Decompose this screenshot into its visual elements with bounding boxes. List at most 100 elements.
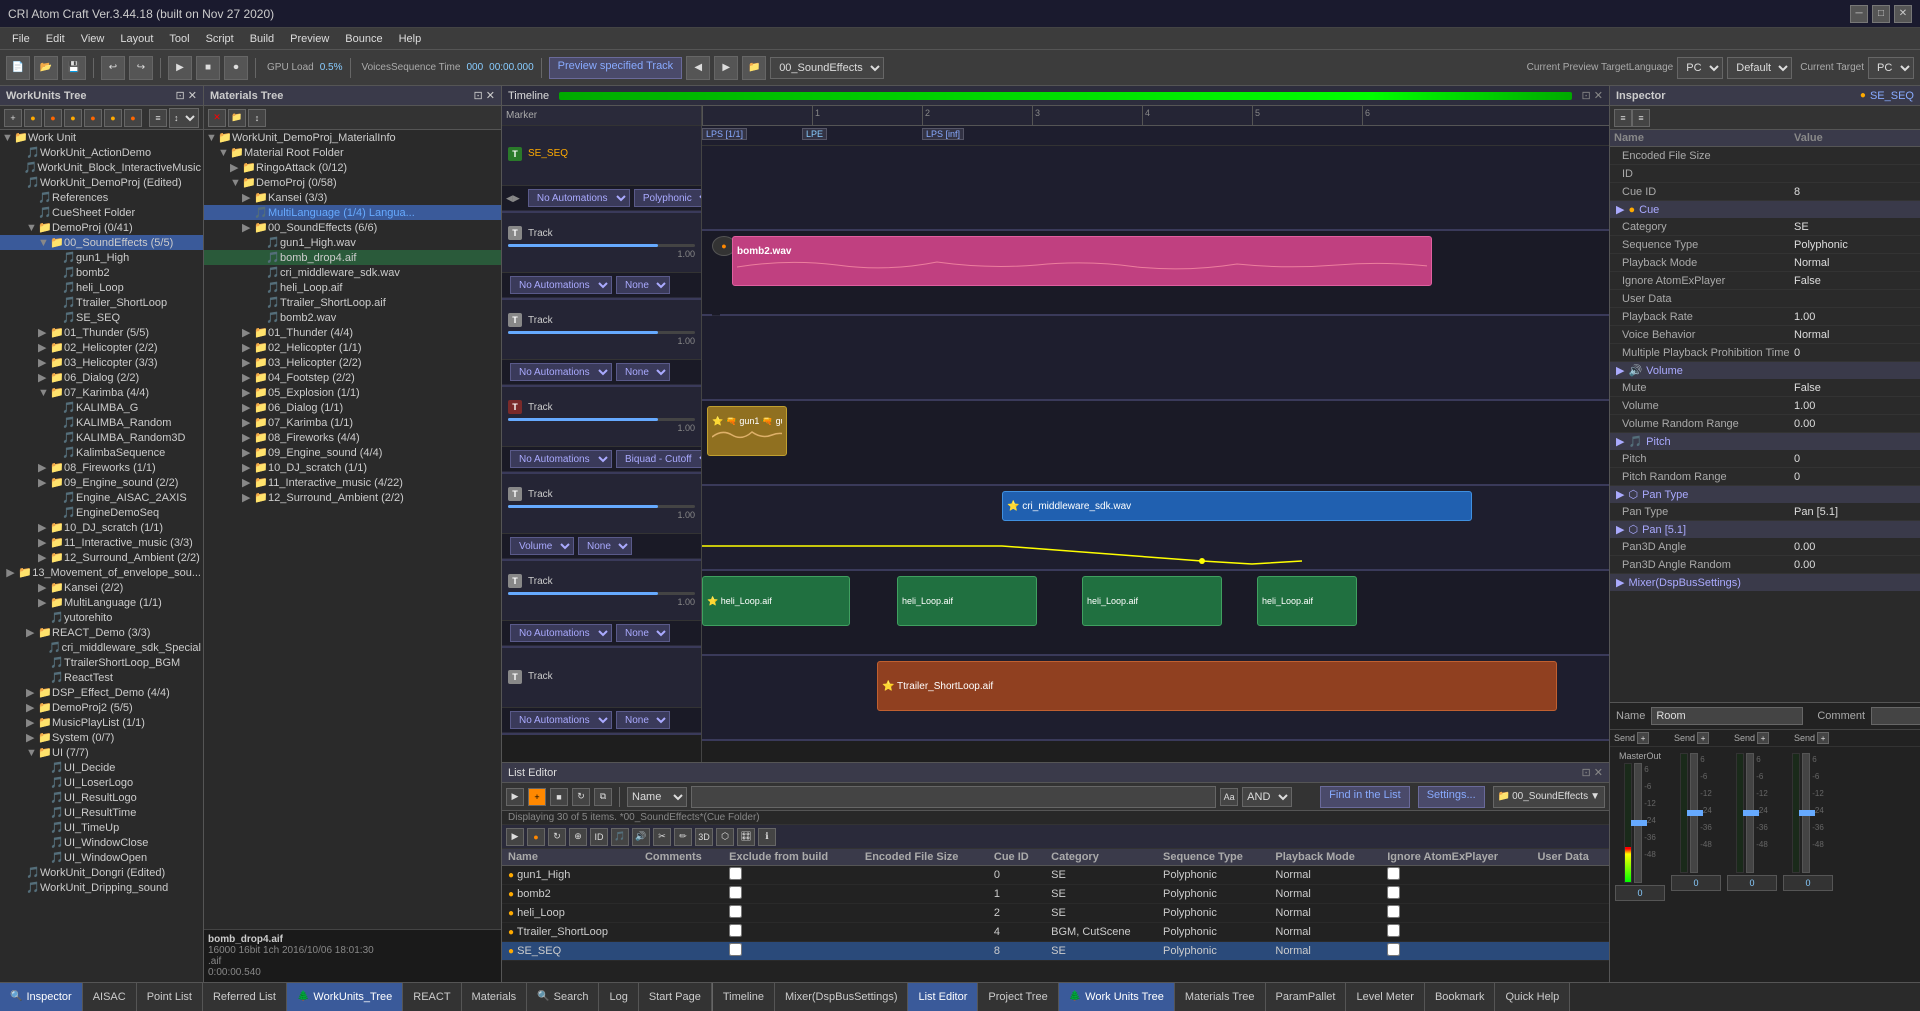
mat-tree-item-3[interactable]: ▼📁DemoProj (0/58)	[204, 175, 501, 190]
status-tab-workunits-tree[interactable]: 🌲 WorkUnits_Tree	[287, 983, 403, 1011]
cell-1-0[interactable]: ● bomb2	[502, 885, 639, 904]
status-tab-workunits-tree-2[interactable]: 🌲 Work Units Tree	[1059, 983, 1175, 1011]
checkbox-1-2[interactable]	[729, 886, 742, 899]
send-ch1-fader[interactable]	[1690, 753, 1698, 873]
le-find-btn[interactable]: Find in the List	[1320, 786, 1410, 808]
le-stop-btn[interactable]: ■	[550, 788, 568, 806]
work-tree-item-26[interactable]: ▶📁10_DJ_scratch (1/1)	[0, 520, 203, 535]
mat-tree-item-5[interactable]: 🎵MultiLanguage (1/4) Langua...	[204, 205, 501, 220]
target-platform-dropdown[interactable]: PC	[1868, 57, 1914, 79]
insp-section-volume[interactable]: ▶ 🔊 Volume	[1610, 362, 1920, 379]
automation-select-7[interactable]: No Automations	[510, 711, 612, 729]
filter-select-4[interactable]: Biquad - Cutoff	[616, 450, 702, 468]
mat-tree-item-19[interactable]: ▶📁07_Karimba (1/1)	[204, 415, 501, 430]
le-icon-1[interactable]: ▶	[506, 828, 524, 846]
automation-select-4[interactable]: No Automations	[510, 450, 612, 468]
work-tree-item-48[interactable]: 🎵UI_WindowOpen	[0, 850, 203, 865]
mat-tree-item-10[interactable]: 🎵heli_Loop.aif	[204, 280, 501, 295]
le-add-btn[interactable]: +	[528, 788, 546, 806]
work-tree-item-47[interactable]: 🎵UI_WindowClose	[0, 835, 203, 850]
circle-btn-2[interactable]: ●	[44, 109, 62, 127]
work-tree-item-24[interactable]: 🎵Engine_AISAC_2AXIS	[0, 490, 203, 505]
insp-tb-2[interactable]: ≡	[1632, 109, 1650, 127]
menu-item-edit[interactable]: Edit	[38, 31, 73, 47]
mixer-comment-input[interactable]	[1871, 707, 1920, 725]
mat-tree-item-0[interactable]: ▼📁WorkUnit_DemoProj_MaterialInfo	[204, 130, 501, 145]
checkbox-4-8[interactable]	[1387, 943, 1400, 956]
work-tree-item-35[interactable]: 🎵TtrailerShortLoop_BGM	[0, 655, 203, 670]
platform-dropdown[interactable]: PC	[1677, 57, 1723, 79]
table-row-2[interactable]: ● heli_Loop2SEPolyphonicNormal	[502, 904, 1609, 923]
preview-track-button[interactable]: Preview specified Track	[549, 57, 683, 79]
work-tree-item-20[interactable]: 🎵KALIMBA_Random3D	[0, 430, 203, 445]
work-tree-item-0[interactable]: ▼📁Work Unit	[0, 130, 203, 145]
circle-btn-3[interactable]: ●	[64, 109, 82, 127]
work-tree-item-22[interactable]: ▶📁08_Fireworks (1/1)	[0, 460, 203, 475]
add-workunit-btn[interactable]: +	[4, 109, 22, 127]
stop-button[interactable]: ■	[196, 56, 220, 80]
mat-tree-item-6[interactable]: ▶📁00_SoundEffects (6/6)	[204, 220, 501, 235]
clip-ttrailer[interactable]: ⭐ Ttrailer_ShortLoop.aif	[877, 661, 1557, 711]
le-icon-7[interactable]: 🔊	[632, 828, 650, 846]
folder-button[interactable]: 📁	[742, 56, 766, 80]
work-tree-item-17[interactable]: ▼📁07_Karimba (4/4)	[0, 385, 203, 400]
automation-select-3[interactable]: No Automations	[510, 363, 612, 381]
clip-gun1[interactable]: ⭐ 🔫 gun1 🔫 gun1	[707, 406, 787, 456]
work-tree-item-15[interactable]: ▶📁03_Helicopter (3/3)	[0, 355, 203, 370]
mat-tree-item-24[interactable]: ▶📁12_Surround_Ambient (2/2)	[204, 490, 501, 505]
automation-select-5[interactable]: Volume	[510, 537, 574, 555]
mixer-name-input[interactable]	[1651, 707, 1803, 725]
work-tree-item-6[interactable]: ▼📁DemoProj (0/41)	[0, 220, 203, 235]
send-ch1-value[interactable]: 0	[1671, 875, 1721, 891]
send-ch3-fader[interactable]	[1802, 753, 1810, 873]
checkbox-0-8[interactable]	[1387, 867, 1400, 880]
insp-tb-1[interactable]: ≡	[1614, 109, 1632, 127]
automation-select-2[interactable]: No Automations	[510, 276, 612, 294]
le-icon-10[interactable]: 3D	[695, 828, 713, 846]
le-settings-btn[interactable]: Settings...	[1418, 786, 1485, 808]
le-copy-btn[interactable]: ⧉	[594, 788, 612, 806]
master-fader-value[interactable]: 0	[1615, 885, 1665, 901]
send-ch2-knob[interactable]	[1743, 810, 1759, 816]
work-tree-item-29[interactable]: ▶📁13_Movement_of_envelope_sou...	[0, 565, 203, 580]
status-tab-timeline[interactable]: Timeline	[713, 983, 775, 1011]
mat-tree-item-20[interactable]: ▶📁08_Fireworks (4/4)	[204, 430, 501, 445]
checkbox-2-8[interactable]	[1387, 905, 1400, 918]
send-ch2-fader[interactable]	[1746, 753, 1754, 873]
work-tree-item-9[interactable]: 🎵bomb2	[0, 265, 203, 280]
work-tree-item-1[interactable]: 🎵WorkUnit_ActionDemo	[0, 145, 203, 160]
work-tree-item-41[interactable]: ▼📁UI (7/7)	[0, 745, 203, 760]
send-add-btn-3[interactable]: +	[1757, 732, 1769, 744]
work-tree-item-32[interactable]: 🎵yutorehito	[0, 610, 203, 625]
work-tree-item-14[interactable]: ▶📁02_Helicopter (2/2)	[0, 340, 203, 355]
filter-select-1[interactable]: Polyphonic	[634, 189, 702, 207]
send-add-btn-2[interactable]: +	[1697, 732, 1709, 744]
mat-tree-item-17[interactable]: ▶📁05_Explosion (1/1)	[204, 385, 501, 400]
status-tab-materials[interactable]: Materials	[462, 983, 528, 1011]
menu-item-bounce[interactable]: Bounce	[337, 31, 390, 47]
checkbox-0-2[interactable]	[729, 867, 742, 880]
work-tree-item-40[interactable]: ▶📁System (0/7)	[0, 730, 203, 745]
status-tab-aisac[interactable]: AISAC	[83, 983, 137, 1011]
next-track-button[interactable]: ▶	[714, 56, 738, 80]
circle-btn-6[interactable]: ●	[124, 109, 142, 127]
mat-tree-item-16[interactable]: ▶📁04_Footstep (2/2)	[204, 370, 501, 385]
status-tab-search[interactable]: 🔍 Search	[527, 983, 599, 1011]
status-tab-level-meter[interactable]: Level Meter	[1346, 983, 1424, 1011]
status-tab-point-list[interactable]: Point List	[137, 983, 203, 1011]
mat-tree-item-21[interactable]: ▶📁09_Engine_sound (4/4)	[204, 445, 501, 460]
circle-btn-4[interactable]: ●	[84, 109, 102, 127]
work-tree-item-5[interactable]: 🎵CueSheet Folder	[0, 205, 203, 220]
work-tree-item-25[interactable]: 🎵EngineDemoSeq	[0, 505, 203, 520]
undo-button[interactable]: ↩	[101, 56, 125, 80]
mat-tree-item-4[interactable]: ▶📁Kansei (3/3)	[204, 190, 501, 205]
le-icon-4[interactable]: ⊕	[569, 828, 587, 846]
record-button[interactable]: ⏺	[224, 56, 248, 80]
prev-track-button[interactable]: ◀	[686, 56, 710, 80]
clip-heli-3[interactable]: heli_Loop.aif	[1082, 576, 1222, 626]
status-tab-quick-help[interactable]: Quick Help	[1495, 983, 1570, 1011]
work-tree-item-50[interactable]: 🎵WorkUnit_Dripping_sound	[0, 880, 203, 895]
send-ch2-value[interactable]: 0	[1727, 875, 1777, 891]
send-ch1-knob[interactable]	[1687, 810, 1703, 816]
work-tree-item-49[interactable]: 🎵WorkUnit_Dongri (Edited)	[0, 865, 203, 880]
